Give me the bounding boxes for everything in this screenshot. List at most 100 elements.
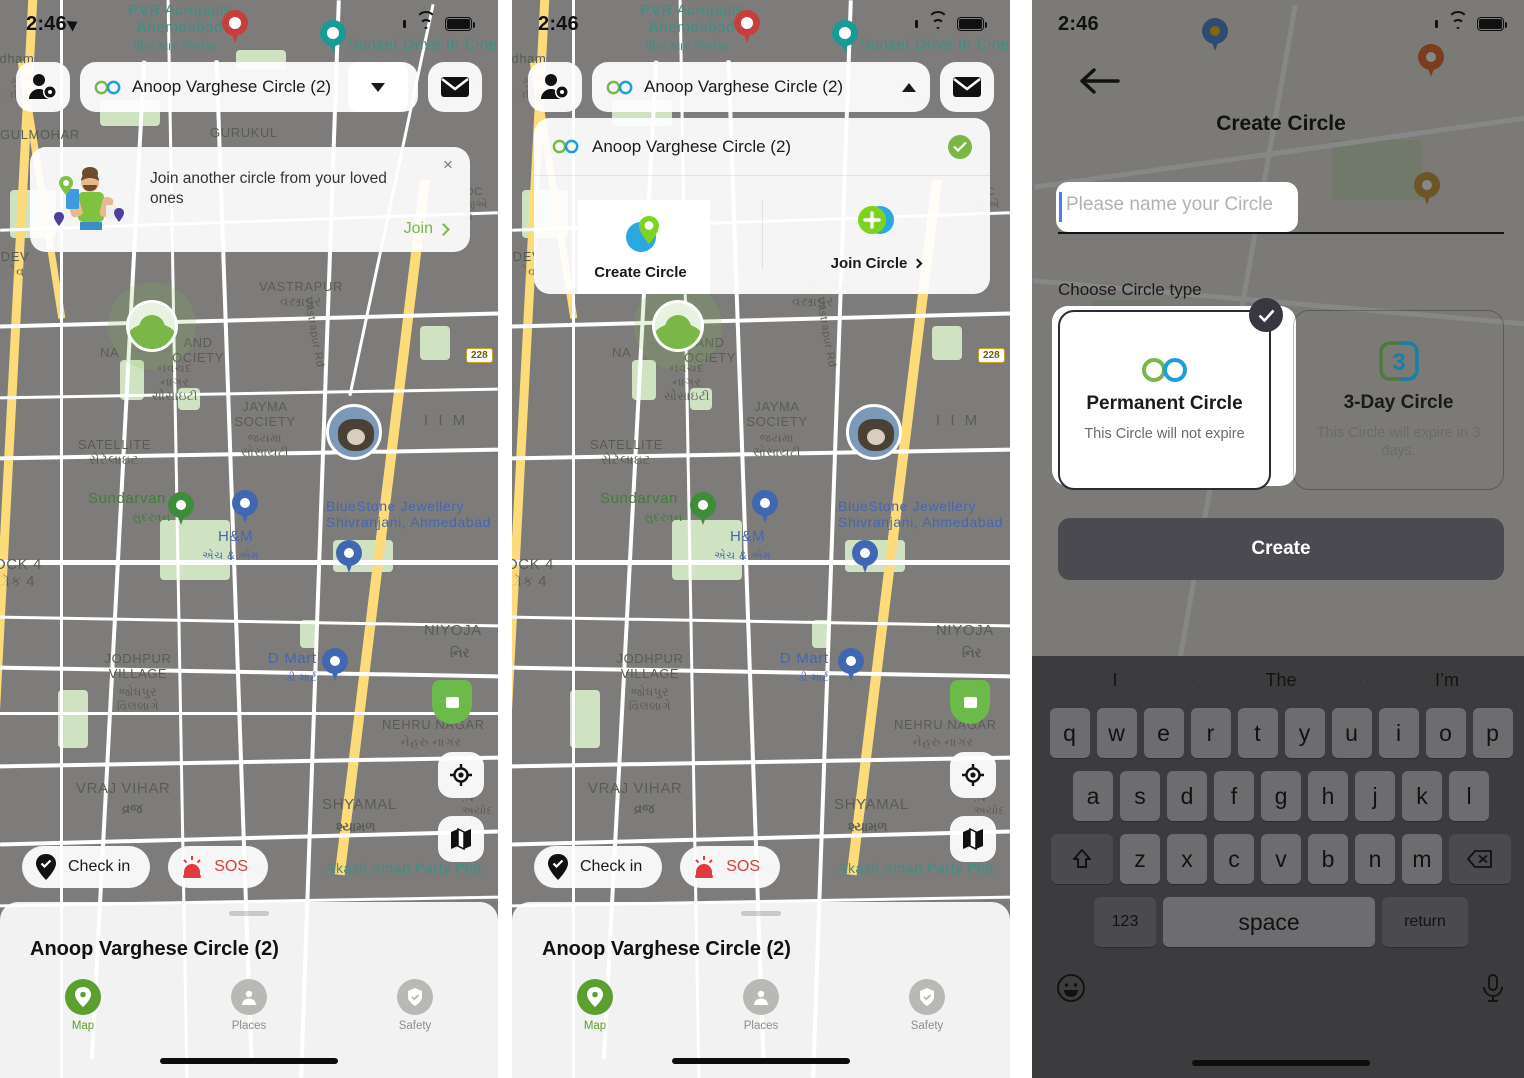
key-q[interactable]: q xyxy=(1049,708,1090,758)
check-in-button[interactable]: Check in xyxy=(534,846,663,888)
join-circle-action[interactable]: Join Circle xyxy=(762,176,990,294)
back-button[interactable] xyxy=(1080,66,1122,108)
map-pin-store[interactable] xyxy=(336,540,362,574)
key-a[interactable]: a xyxy=(1073,771,1113,821)
suggestion-1[interactable]: I xyxy=(1032,670,1198,691)
check-in-label: Check in xyxy=(580,858,643,875)
key-r[interactable]: r xyxy=(1190,708,1231,758)
key-m[interactable]: m xyxy=(1402,834,1442,884)
map-member-avatar-dog[interactable] xyxy=(846,404,902,460)
three-day-circle-card[interactable]: 3 3-Day Circle This Circle will expire i… xyxy=(1293,310,1504,490)
suggestion-2[interactable]: The xyxy=(1198,670,1364,691)
map-pin-store[interactable] xyxy=(232,490,258,524)
permanent-circle-card[interactable]: Permanent Circle This Circle will not ex… xyxy=(1058,298,1283,490)
map-safety-shield-icon[interactable] xyxy=(950,680,990,724)
highway-shield: 228 xyxy=(978,348,1005,363)
map-member-avatar[interactable] xyxy=(652,300,704,352)
map-label: શ્યામળ xyxy=(336,819,376,834)
members-button[interactable] xyxy=(528,62,582,112)
map-pin-icon xyxy=(65,978,101,1015)
dictation-button[interactable] xyxy=(1480,973,1506,1008)
sos-button[interactable]: SOS xyxy=(680,846,781,888)
tab-map[interactable]: Map xyxy=(512,978,678,1032)
key-e[interactable]: e xyxy=(1143,708,1184,758)
key-n[interactable]: n xyxy=(1355,834,1395,884)
key-t[interactable]: t xyxy=(1237,708,1278,758)
numbers-key[interactable]: 123 xyxy=(1094,897,1156,947)
tab-safety[interactable]: Safety xyxy=(844,978,1010,1032)
messages-button[interactable] xyxy=(940,62,994,112)
create-button[interactable]: Create xyxy=(1058,518,1504,580)
check-in-button[interactable]: Check in xyxy=(22,846,151,888)
key-d[interactable]: d xyxy=(1167,771,1207,821)
key-k[interactable]: k xyxy=(1402,771,1442,821)
circle-name-input[interactable]: Please name your Circle xyxy=(1058,186,1504,234)
key-h[interactable]: h xyxy=(1308,771,1348,821)
sos-button[interactable]: SOS xyxy=(168,846,269,888)
map-pin-zoo[interactable] xyxy=(168,492,194,526)
locate-me-button[interactable] xyxy=(438,752,484,798)
key-i[interactable]: i xyxy=(1378,708,1419,758)
map-safety-shield-icon[interactable] xyxy=(432,680,472,724)
tab-map[interactable]: Map xyxy=(0,978,166,1032)
bottom-sheet-2[interactable]: Anoop Varghese Circle (2) Map Places Saf… xyxy=(512,902,1010,1078)
map-layers-button[interactable] xyxy=(438,816,484,862)
dropdown-caret-highlight[interactable] xyxy=(348,62,408,112)
key-s[interactable]: s xyxy=(1120,771,1160,821)
key-f[interactable]: f xyxy=(1214,771,1254,821)
map-pin-store[interactable] xyxy=(852,540,878,574)
chevron-up-icon[interactable] xyxy=(902,82,916,92)
map-member-avatar[interactable] xyxy=(126,300,178,352)
map-pin-supermarket[interactable] xyxy=(838,648,864,682)
banner-close-button[interactable]: × xyxy=(438,155,458,175)
key-g[interactable]: g xyxy=(1261,771,1301,821)
tab-places[interactable]: Places xyxy=(166,978,332,1032)
keyboard-row-1: q w e r t y u i o p xyxy=(1037,708,1524,758)
map-label: વ્રજ xyxy=(634,801,655,816)
suggestion-3[interactable]: I’m xyxy=(1364,670,1524,691)
banner-join-link[interactable]: Join xyxy=(403,220,450,238)
map-pin-supermarket[interactable] xyxy=(322,648,348,682)
map-member-avatar-dog[interactable] xyxy=(326,404,382,460)
key-v[interactable]: v xyxy=(1261,834,1301,884)
return-key[interactable]: return xyxy=(1382,897,1468,947)
key-b[interactable]: b xyxy=(1308,834,1348,884)
shift-key[interactable] xyxy=(1051,834,1113,884)
key-p[interactable]: p xyxy=(1472,708,1513,758)
space-key[interactable]: space xyxy=(1163,897,1375,947)
wifi-icon xyxy=(415,10,436,32)
key-u[interactable]: u xyxy=(1331,708,1372,758)
locate-me-button[interactable] xyxy=(950,752,996,798)
create-circle-highlight[interactable]: Create Circle xyxy=(578,200,710,294)
tab-safety[interactable]: Safety xyxy=(332,978,498,1032)
key-j[interactable]: j xyxy=(1355,771,1395,821)
sos-label: SOS xyxy=(726,858,761,875)
sheet-grabber[interactable] xyxy=(741,911,781,916)
sheet-grabber[interactable] xyxy=(229,911,269,916)
map-pin-zoo[interactable] xyxy=(690,492,716,526)
banner-join-label: Join xyxy=(403,220,433,237)
members-button[interactable] xyxy=(16,62,70,112)
key-y[interactable]: y xyxy=(1284,708,1325,758)
tab-places[interactable]: Places xyxy=(678,978,844,1032)
key-l[interactable]: l xyxy=(1449,771,1489,821)
map-label: VASTRAPURવસ્ત્રાપુર xyxy=(259,279,343,309)
messages-button[interactable] xyxy=(428,62,482,112)
dropdown-circle-row[interactable]: Anoop Varghese Circle (2) xyxy=(534,118,990,176)
key-o[interactable]: o xyxy=(1425,708,1466,758)
join-another-circle-banner[interactable]: Join another circle from your loved ones… xyxy=(30,147,470,252)
bottom-sheet-1[interactable]: Anoop Varghese Circle (2) Map Places Saf… xyxy=(0,902,498,1078)
emoji-button[interactable] xyxy=(1056,973,1086,1008)
panel-gap-1 xyxy=(498,0,512,1078)
circle-selector-bar[interactable]: Anoop Varghese Circle (2) xyxy=(592,62,930,112)
status-bar-3: 2:46 xyxy=(1032,0,1524,48)
key-x[interactable]: x xyxy=(1167,834,1207,884)
backspace-key[interactable] xyxy=(1449,834,1511,884)
key-w[interactable]: w xyxy=(1096,708,1137,758)
map-pin-store[interactable] xyxy=(752,490,778,524)
sheet-title: Anoop Varghese Circle (2) xyxy=(30,938,279,960)
map-label: Akash Aman Party Plot xyxy=(326,860,482,876)
key-c[interactable]: c xyxy=(1214,834,1254,884)
map-layers-button[interactable] xyxy=(950,816,996,862)
key-z[interactable]: z xyxy=(1120,834,1160,884)
